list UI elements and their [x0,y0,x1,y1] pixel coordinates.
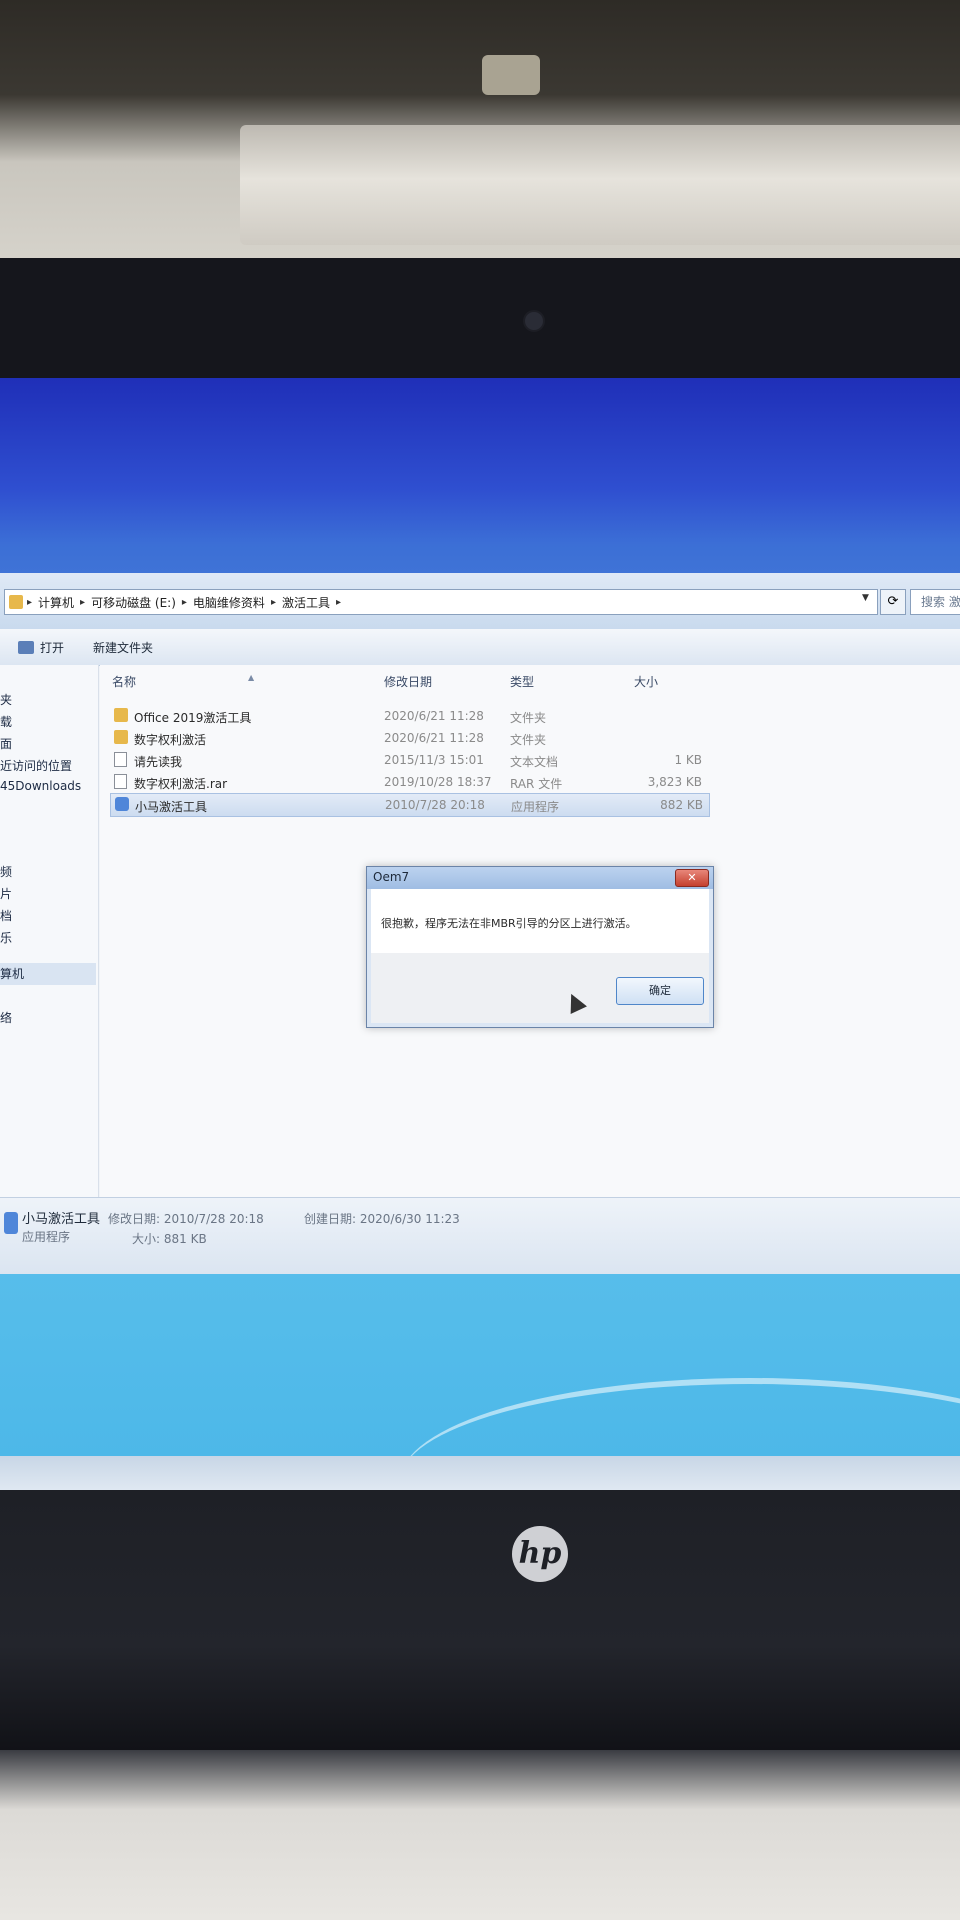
folder-icon [114,708,128,722]
nav-item[interactable]: 络 [0,1009,12,1026]
column-header-date[interactable]: 修改日期 [384,673,432,690]
refresh-button[interactable]: ⟳ [880,589,906,615]
file-date: 2019/10/28 18:37 [384,775,492,789]
details-created: 创建日期: 2020/6/30 11:23 [304,1210,460,1227]
details-created-label: 创建日期: [304,1212,357,1226]
open-icon [18,641,34,654]
nav-item[interactable]: 乐 [0,929,12,946]
details-modified-value: 2010/7/28 20:18 [163,1212,264,1226]
laptop-base [0,1750,960,1920]
file-date: 2020/6/21 11:28 [384,709,484,723]
new-folder-button[interactable]: 新建文件夹 [93,639,153,656]
file-date: 2010/7/28 20:18 [385,798,485,812]
light-fixture [240,125,960,245]
text-file-icon [114,752,127,767]
nav-item[interactable]: 频 [0,863,12,880]
sort-arrow-icon: ▲ [248,673,255,682]
laptop-screen: ▸ 计算机 ▸ 可移动磁盘 (E:) ▸ 电脑维修资料 ▸ 激活工具 ▸ ▼ ⟳… [0,378,960,1490]
chevron-right-icon: ▸ [335,596,342,608]
webcam-icon [523,310,545,332]
ok-button[interactable]: 确定 [616,977,704,1005]
details-modified-label: 修改日期: [108,1212,161,1226]
file-type: 文件夹 [510,711,547,725]
details-size-value: 881 KB [163,1232,207,1246]
details-file-name: 小马激活工具 [22,1212,101,1227]
file-name: 数字权利激活.rar [134,777,228,791]
column-header-size[interactable]: 大小 [634,673,658,690]
dialog-message: 很抱歉，程序无法在非MBR引导的分区上进行激活。 [381,917,637,930]
file-type: 文本文档 [510,755,559,769]
search-input[interactable]: 搜索 激 [910,589,960,615]
navigation-pane: 夹 载 面 近访问的位置 45Downloads 频 片 档 乐 算机 络 [0,665,99,1197]
address-bar: ▸ 计算机 ▸ 可移动磁盘 (E:) ▸ 电脑维修资料 ▸ 激活工具 ▸ ▼ ⟳… [0,573,960,629]
column-header-name[interactable]: 名称 ▲ [112,673,254,690]
nav-item[interactable]: 载 [0,713,12,730]
file-size: 3,823 KB [647,775,702,789]
dialog-title: Oem7 [373,870,410,884]
open-button-label: 打开 [40,641,65,655]
breadcrumb-item-computer[interactable]: 计算机 [32,594,80,611]
file-row[interactable]: 请先读我 2015/11/3 15:01 文本文档 1 KB [110,749,708,771]
rar-file-icon [114,774,127,789]
folder-icon [9,595,23,609]
file-type: 应用程序 [511,800,560,814]
file-date: 2015/11/3 15:01 [384,753,484,767]
file-row[interactable]: 数字权利激活.rar 2019/10/28 18:37 RAR 文件 3,823… [110,771,708,793]
column-header-name-label: 名称 [112,675,137,689]
file-size: 1 KB [674,753,702,767]
close-icon[interactable]: ✕ [675,869,709,887]
file-name: Office 2019激活工具 [134,711,252,725]
file-type: RAR 文件 [510,777,563,791]
nav-item[interactable]: 近访问的位置 [0,757,72,774]
laptop-bezel-top [0,258,960,378]
nav-item[interactable]: 面 [0,735,12,752]
hp-logo: hp [512,1526,568,1582]
laptop-bezel-bottom [0,1490,960,1750]
breadcrumb-item-drive[interactable]: 可移动磁盘 (E:) [85,594,182,611]
dialog-body: 很抱歉，程序无法在非MBR引导的分区上进行激活。 [371,889,709,953]
command-toolbar: 打开 新建文件夹 [0,629,960,666]
details-created-value: 2020/6/30 11:23 [359,1212,460,1226]
dialog-titlebar[interactable]: Oem7 ✕ [367,867,713,889]
open-button[interactable]: 打开 [18,639,64,656]
breadcrumb-item-folder[interactable]: 电脑维修资料 [187,594,271,611]
breadcrumb[interactable]: ▸ 计算机 ▸ 可移动磁盘 (E:) ▸ 电脑维修资料 ▸ 激活工具 ▸ [4,589,878,615]
nav-item[interactable]: 片 [0,885,12,902]
nav-item[interactable]: 45Downloads [0,779,81,793]
chevron-down-icon[interactable]: ▼ [862,593,869,603]
details-file-type: 应用程序 [22,1230,71,1244]
details-size: 大小: 881 KB [132,1230,207,1247]
dialog-footer: 确定 [371,953,709,1023]
details-pane: 小马激活工具 应用程序 修改日期: 2010/7/28 20:18 大小: 88… [0,1197,960,1274]
details-modified: 修改日期: 2010/7/28 20:18 [108,1210,264,1227]
breadcrumb-item-current[interactable]: 激活工具 [276,594,336,611]
taskbar [0,1456,960,1490]
file-name: 小马激活工具 [135,800,208,814]
file-size: 882 KB [660,798,703,812]
fixture-clip [482,55,540,95]
column-header-type[interactable]: 类型 [510,673,534,690]
file-type: 文件夹 [510,733,547,747]
folder-icon [114,730,128,744]
error-dialog: Oem7 ✕ 很抱歉，程序无法在非MBR引导的分区上进行激活。 确定 [366,866,714,1028]
file-name: 数字权利激活 [134,733,207,747]
application-icon [115,797,129,811]
file-date: 2020/6/21 11:28 [384,731,484,745]
nav-item-selected[interactable]: 算机 [0,963,96,985]
nav-item[interactable]: 档 [0,907,12,924]
file-row[interactable]: 数字权利激活 2020/6/21 11:28 文件夹 [110,727,708,749]
nav-item[interactable]: 夹 [0,691,12,708]
file-name: 请先读我 [134,755,183,769]
details-size-label: 大小: [132,1232,161,1246]
file-row[interactable]: Office 2019激活工具 2020/6/21 11:28 文件夹 [110,705,708,727]
file-row-selected[interactable]: 小马激活工具 2010/7/28 20:18 应用程序 882 KB [110,793,710,817]
application-icon [4,1212,18,1234]
